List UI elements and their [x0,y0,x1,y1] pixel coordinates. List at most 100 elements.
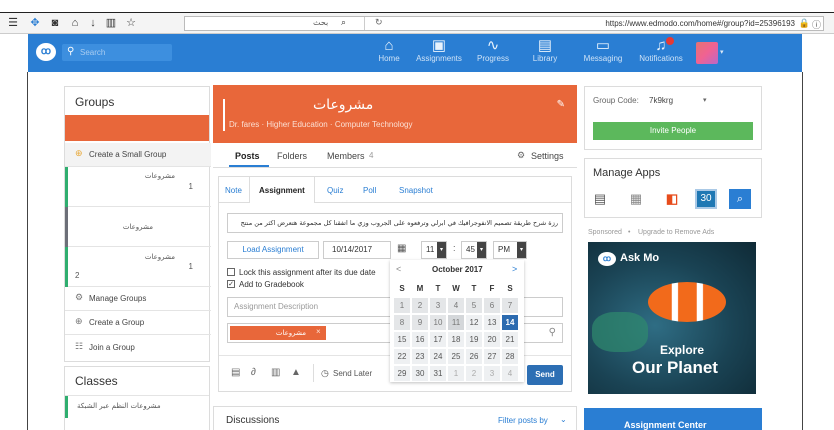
calendar-day[interactable]: 2 [466,366,482,381]
calendar-day[interactable]: 30 [412,366,428,381]
home-browser-icon[interactable]: ⌂ [68,16,82,30]
class-item[interactable]: مشروعات النظم عبر الشبكة [65,395,209,418]
calendar-day-selected[interactable]: 14 [502,315,518,330]
send-button[interactable]: Send [527,365,563,385]
office-app-icon[interactable]: ◧ [661,189,683,209]
group-item[interactable]: مشروعات 1 [65,167,211,207]
calendar-app-icon[interactable]: ▤ [589,189,611,209]
tab-folders[interactable]: Folders [277,151,307,161]
minute-select[interactable]: 45 ▾ [461,241,487,259]
chevron-down-icon[interactable]: ▾ [720,48,724,56]
filter-posts-dropdown[interactable]: Filter posts by [498,416,548,425]
nav-search-input[interactable]: ⚲ Search [62,44,172,61]
manage-groups[interactable]: ⚙ Manage Groups [65,287,211,311]
edmodo-logo-icon[interactable]: ꝏ [36,43,56,61]
lock-checkbox[interactable] [227,268,235,276]
nav-home[interactable]: ⌂ Home [366,37,412,63]
tab-quiz[interactable]: Quiz [327,186,343,195]
grid-apps-icon[interactable]: ▦ [625,189,647,209]
calendar-day[interactable]: 18 [448,332,464,347]
calendar-day[interactable]: 15 [394,332,410,347]
next-month-button[interactable]: > [512,264,517,274]
calendar-day[interactable]: 4 [448,298,464,313]
library-browser-icon[interactable]: ▥ [104,16,118,30]
create-group[interactable]: ⊕ Create a Group [65,311,211,335]
calendar-day[interactable]: 28 [502,349,518,364]
invite-people-button[interactable]: Invite People [593,122,753,140]
calendar-day[interactable]: 1 [448,366,464,381]
edit-pencil-icon[interactable]: ✎ [557,99,565,110]
nav-library[interactable]: ▤ Library [522,37,568,63]
tab-assignment[interactable]: Assignment [259,186,305,195]
calendar-day[interactable]: 1 [394,298,410,313]
link-icon[interactable]: ∂ [251,367,256,378]
calendar-day[interactable]: 16 [412,332,428,347]
group-item[interactable]: مشروعات [65,207,211,247]
calendar-day[interactable]: 3 [484,366,500,381]
join-group[interactable]: ☷ Join a Group [65,335,211,361]
tab-note[interactable]: Note [225,186,242,195]
info-icon[interactable]: ⓘ [812,18,821,31]
calendar-day[interactable]: 22 [394,349,410,364]
ad-banner[interactable]: ꝏ Ask Mo Explore Our Planet [588,242,756,394]
group-selected-orange[interactable] [65,115,209,141]
upgrade-link[interactable]: Upgrade to Remove Ads [638,229,714,236]
chevron-down-icon[interactable]: ▾ [703,96,707,104]
pocket-icon[interactable]: ◙ [48,16,62,30]
calendar-30-app-icon[interactable]: 30 [695,189,717,209]
calendar-day[interactable]: 7 [502,298,518,313]
search-box[interactable]: بحث ⌕ ↻ [185,17,383,30]
nav-messaging[interactable]: ▭ Messaging [580,37,626,63]
calendar-day[interactable]: 9 [412,315,428,330]
tab-posts[interactable]: Posts [235,151,260,161]
attach-file-icon[interactable]: ▤ [231,367,240,378]
nav-progress[interactable]: ∿ Progress [470,37,516,63]
remove-tag-icon[interactable]: × [316,327,321,336]
calendar-day[interactable]: 20 [484,332,500,347]
calendar-icon[interactable]: ▦ [397,243,406,254]
hour-select[interactable]: 11 ▾ [421,241,447,259]
tab-snapshot[interactable]: Snapshot [399,186,433,195]
calendar-day[interactable]: 12 [466,315,482,330]
due-date-input[interactable]: 10/14/2017 [323,241,391,259]
library-attach-icon[interactable]: ▥ [271,367,280,378]
calendar-day[interactable]: 5 [466,298,482,313]
tab-settings[interactable]: Settings [531,151,564,161]
calendar-day[interactable]: 11 [448,315,464,330]
create-small-group[interactable]: ⊕ Create a Small Group [65,143,211,167]
calendar-day[interactable]: 29 [394,366,410,381]
calendar-day[interactable]: 4 [502,366,518,381]
calendar-day[interactable]: 8 [394,315,410,330]
calendar-day[interactable]: 26 [466,349,482,364]
search-app-icon[interactable]: ⌕ [729,189,751,209]
calendar-day[interactable]: 31 [430,366,446,381]
address-bar[interactable]: بحث ⌕ ↻ https://www.edmodo.com/home#/gro… [184,16,824,31]
extensions-icon[interactable]: ✥ [28,16,42,30]
tab-poll[interactable]: Poll [363,186,376,195]
calendar-day[interactable]: 24 [430,349,446,364]
search-icon[interactable]: ⌕ [341,17,346,28]
calendar-day[interactable]: 23 [412,349,428,364]
calendar-day[interactable]: 10 [430,315,446,330]
ampm-select[interactable]: PM ▾ [493,241,527,259]
menu-icon[interactable]: ☰ [6,16,20,30]
tab-members[interactable]: Members [327,151,365,161]
calendar-day[interactable]: 2 [412,298,428,313]
avatar[interactable] [696,42,718,64]
prev-month-button[interactable]: < [396,264,401,274]
reload-icon[interactable]: ↻ [375,17,383,28]
gradebook-checkbox[interactable]: ✓ [227,280,235,288]
calendar-day[interactable]: 13 [484,315,500,330]
calendar-day[interactable]: 3 [430,298,446,313]
calendar-day[interactable]: 21 [502,332,518,347]
nav-assignments[interactable]: ▣ Assignments [416,37,462,63]
calendar-day[interactable]: 27 [484,349,500,364]
load-assignment-button[interactable]: Load Assignment [227,241,319,259]
group-item[interactable]: مشروعات 1 2 [65,247,211,287]
send-later-button[interactable]: Send Later [333,369,372,378]
nav-notifications[interactable]: ♫ Notifications [634,37,688,63]
assignment-title-input[interactable]: رزة شرح طريقة تصميم الانفوجرافيك في ابرل… [227,213,563,233]
google-drive-icon[interactable]: ▲ [291,367,301,378]
calendar-day[interactable]: 25 [448,349,464,364]
calendar-day[interactable]: 6 [484,298,500,313]
